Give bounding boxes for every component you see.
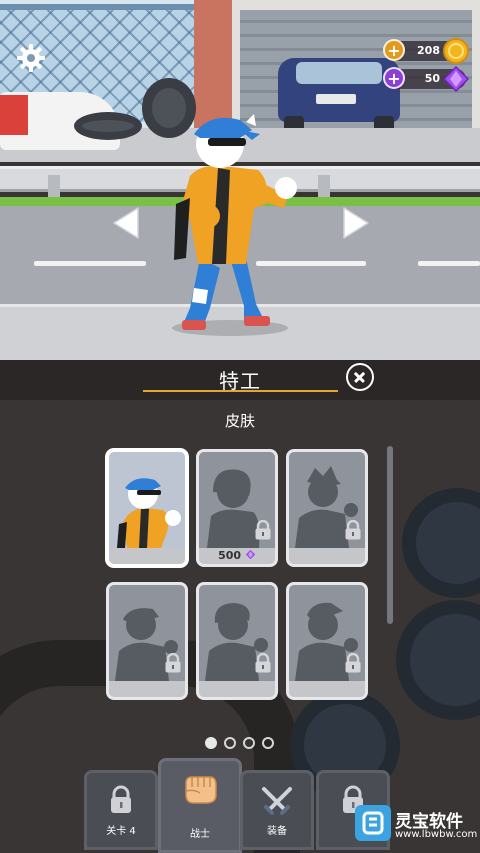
page-dot-1[interactable] [205, 737, 217, 749]
stacked-tire [74, 112, 142, 140]
title-underline [143, 390, 338, 392]
watermark-logo-icon [362, 811, 384, 835]
coin-counter: + 208 [383, 38, 469, 64]
page-dot-4[interactable] [262, 737, 274, 749]
gem-icon [245, 549, 256, 560]
add-gems-button[interactable]: + [383, 67, 405, 89]
gear-icon[interactable] [16, 43, 46, 73]
character-preview-scene: + 208 + 50 [0, 0, 480, 360]
skin-card-locked[interactable] [196, 582, 278, 700]
swords-icon [262, 787, 292, 815]
nav-equipment[interactable]: 装备 [240, 770, 314, 850]
card-footer [289, 548, 365, 564]
arrow-right-icon[interactable] [338, 205, 374, 241]
lock-icon [255, 520, 271, 540]
watermark: 灵宝软件 www.lbwbw.com [355, 805, 480, 853]
skin-panel: 特工 皮肤 500 关卡 4 战士 装备 [0, 360, 480, 853]
skin-card-locked[interactable] [106, 582, 188, 700]
skin-card-locked[interactable] [286, 449, 368, 567]
nav-level-label: 关卡 4 [106, 826, 136, 837]
add-coins-button[interactable]: + [383, 39, 405, 61]
lock-icon [165, 653, 181, 673]
lock-icon [111, 785, 131, 813]
car-window [296, 62, 382, 84]
gem-icon [442, 65, 470, 93]
car-plate [316, 94, 356, 104]
skin-card-selected[interactable] [106, 449, 188, 567]
card-footer [289, 681, 365, 697]
fist-icon [185, 776, 217, 804]
price-amount: 500 [218, 549, 242, 562]
game-screen: + 208 + 50 特工 皮肤 500 关卡 4 战士 装备 灵宝软件 www… [0, 0, 480, 853]
truck-stripe [0, 95, 28, 135]
card-footer [109, 681, 185, 697]
background-wheel [402, 488, 480, 598]
lock-icon [255, 653, 271, 673]
coin-amount: 208 [417, 44, 440, 57]
skin-card-locked[interactable] [286, 582, 368, 700]
fighter-character [172, 114, 297, 336]
coin-icon [443, 38, 469, 64]
close-icon[interactable] [346, 363, 374, 391]
nav-fighter[interactable]: 战士 [158, 758, 242, 853]
nav-equipment-label: 装备 [267, 826, 287, 837]
page-dot-2[interactable] [224, 737, 236, 749]
lock-icon [345, 653, 361, 673]
nav-fighter-label: 战士 [190, 829, 210, 840]
watermark-url: www.lbwbw.com [395, 829, 478, 840]
lane-marking [418, 261, 480, 266]
lock-icon [345, 520, 361, 540]
card-footer [109, 548, 185, 564]
watermark-logo [355, 805, 391, 841]
fighter-portrait [117, 478, 181, 548]
skin-card-locked[interactable]: 500 [196, 449, 278, 567]
gem-amount: 50 [424, 72, 440, 85]
page-dot-3[interactable] [243, 737, 255, 749]
gem-counter: + 50 [383, 65, 470, 93]
skin-price: 500 [199, 549, 275, 562]
skin-list-scrollbar[interactable] [387, 446, 393, 624]
background-wheel [396, 600, 480, 720]
skin-preview [109, 452, 185, 548]
arrow-left-icon[interactable] [108, 205, 144, 241]
card-footer [199, 681, 275, 697]
skin-section-label: 皮肤 [224, 412, 255, 430]
nav-level[interactable]: 关卡 4 [84, 770, 158, 850]
lane-marking [34, 261, 146, 266]
